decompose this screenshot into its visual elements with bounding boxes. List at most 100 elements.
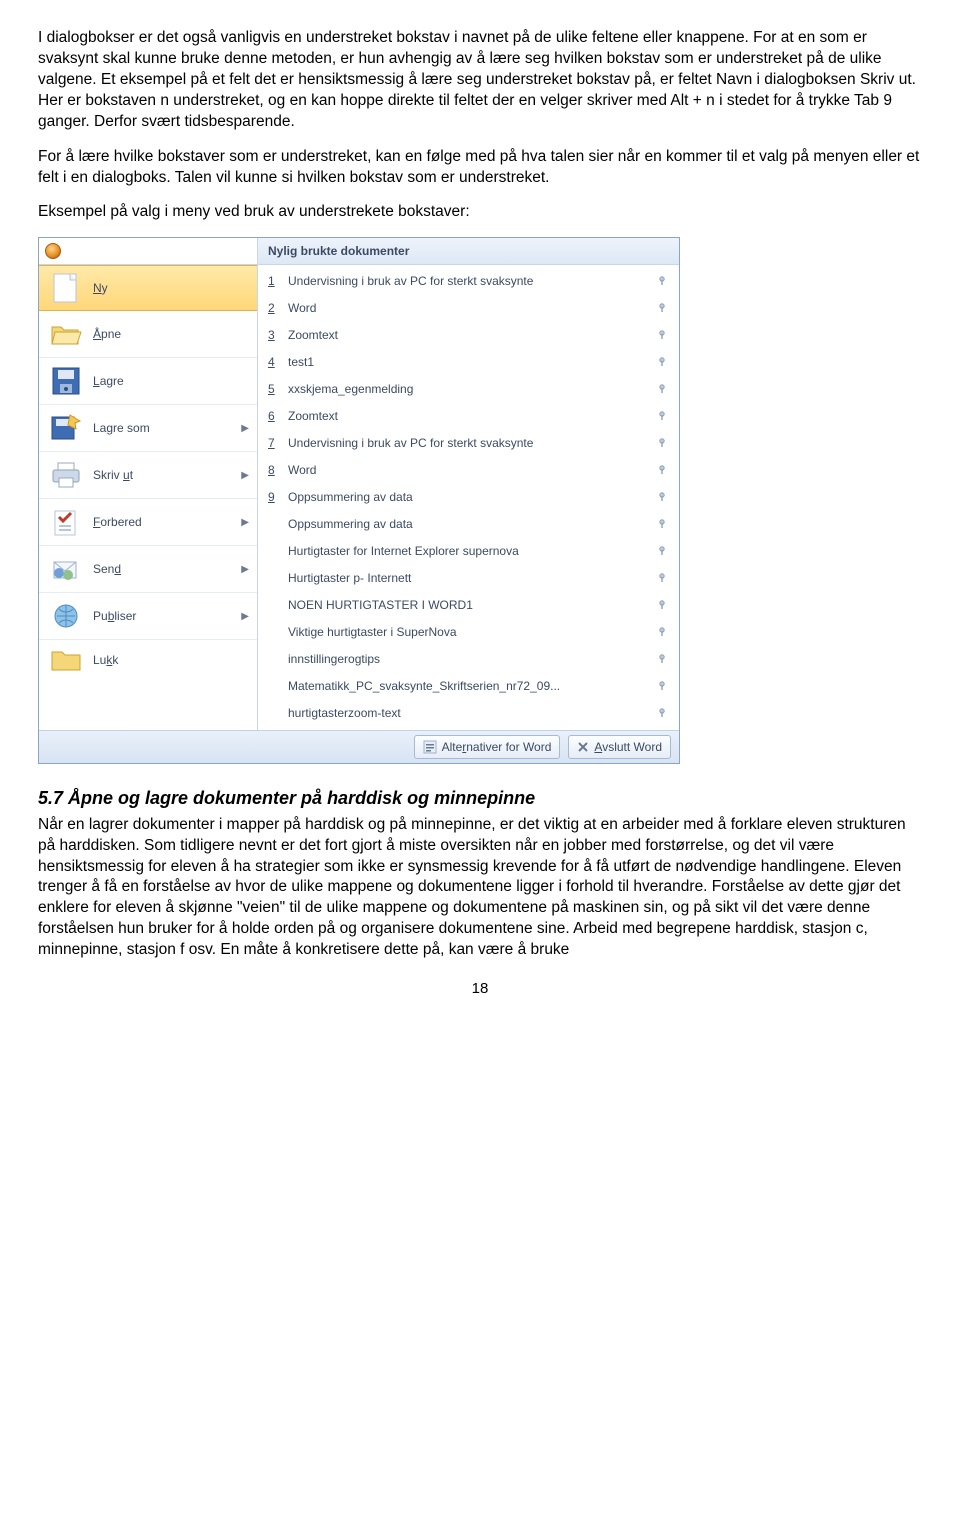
recent-doc-label: Oppsummering av data [284,489,655,505]
menu-item-label: Ny [93,280,249,296]
recent-doc-item[interactable]: innstillingerogtips [262,645,675,672]
recent-doc-item[interactable]: Oppsummering av data [262,510,675,537]
menu-item-label: Lagre [93,373,249,389]
office-menu: Ny Åpne Lagre Lagre som [38,237,680,764]
menu-item-prepare[interactable]: Forbered ▶ [39,499,257,546]
recent-doc-label: Undervisning i bruk av PC for sterkt sva… [284,435,655,451]
prepare-icon [49,505,83,539]
menu-item-label: Lagre som [93,420,241,436]
recent-doc-label: Viktige hurtigtaster i SuperNova [284,624,655,640]
close-folder-icon [49,643,83,677]
menu-item-label: Lukk [93,652,249,668]
recent-doc-label: Zoomtext [284,408,655,424]
recent-doc-item[interactable]: Viktige hurtigtaster i SuperNova [262,618,675,645]
recent-doc-label: Oppsummering av data [284,516,655,532]
recent-doc-number: 2 [268,300,284,316]
recent-doc-label: Word [284,300,655,316]
pin-icon[interactable] [655,274,669,288]
menu-item-label: Skriv ut [93,467,241,483]
menu-item-save[interactable]: Lagre [39,358,257,405]
recent-doc-item[interactable]: Hurtigtaster p- Internett [262,564,675,591]
menu-item-label: Publiser [93,608,241,624]
options-icon [423,740,437,754]
new-doc-icon [49,271,83,305]
publish-icon [49,599,83,633]
menu-item-label: Åpne [93,326,249,342]
pin-icon[interactable] [655,679,669,693]
recent-doc-item[interactable]: 9Oppsummering av data [262,483,675,510]
recent-doc-label: innstillingerogtips [284,651,655,667]
recent-docs-list: 1 Undervisning i bruk av PC for sterkt sv… [258,265,679,730]
pin-icon[interactable] [655,490,669,504]
recent-doc-label: Hurtigtaster p- Internett [284,570,655,586]
recent-doc-label: Word [284,462,655,478]
office-orb-icon[interactable] [45,243,61,259]
pin-icon[interactable] [655,625,669,639]
pin-icon[interactable] [655,571,669,585]
save-as-icon [49,411,83,445]
recent-doc-item[interactable]: Matematikk_PC_svaksynte_Skriftserien_nr7… [262,672,675,699]
recent-doc-item[interactable]: Hurtigtaster for Internet Explorer super… [262,537,675,564]
recent-doc-label: Hurtigtaster for Internet Explorer super… [284,543,655,559]
submenu-arrow-icon: ▶ [241,469,249,483]
recent-doc-item[interactable]: 7Undervisning i bruk av PC for sterkt sv… [262,429,675,456]
recent-doc-item[interactable]: 1Undervisning i bruk av PC for sterkt sv… [262,267,675,294]
recent-doc-label: test1 [284,354,655,370]
button-label: Avslutt Word [594,739,662,755]
pin-icon[interactable] [655,301,669,315]
menu-item-new[interactable]: Ny [39,265,257,311]
paragraph: Når en lagrer dokumenter i mapper på har… [38,815,922,961]
recent-doc-item[interactable]: 5xxskjema_egenmelding [262,375,675,402]
pin-icon[interactable] [655,382,669,396]
page-number: 18 [38,979,922,999]
office-menu-footer: Alternativer for Word Avslutt Word [39,730,679,763]
pin-icon[interactable] [655,328,669,342]
submenu-arrow-icon: ▶ [241,563,249,577]
recent-doc-item[interactable]: 3Zoomtext [262,321,675,348]
recent-doc-label: NOEN HURTIGTASTER I WORD1 [284,597,655,613]
menu-item-label: Forbered [93,514,241,530]
menu-item-close[interactable]: Lukk [39,640,257,680]
pin-icon[interactable] [655,436,669,450]
recent-doc-label: Matematikk_PC_svaksynte_Skriftserien_nr7… [284,678,655,694]
paragraph: For å lære hvilke bokstaver som er under… [38,147,922,189]
word-options-button[interactable]: Alternativer for Word [414,735,561,759]
menu-item-save-as[interactable]: Lagre som ▶ [39,405,257,452]
recent-doc-number: 6 [268,408,284,424]
recent-doc-item[interactable]: NOEN HURTIGTASTER I WORD1 [262,591,675,618]
pin-icon[interactable] [655,544,669,558]
recent-doc-item[interactable]: 6Zoomtext [262,402,675,429]
pin-icon[interactable] [655,598,669,612]
exit-word-button[interactable]: Avslutt Word [568,735,671,759]
recent-doc-number: 4 [268,354,284,370]
menu-item-print[interactable]: Skriv ut ▶ [39,452,257,499]
recent-doc-item[interactable]: hurtigtasterzoom-text [262,699,675,726]
recent-doc-number: 5 [268,381,284,397]
paragraph: Eksempel på valg i meny ved bruk av unde… [38,202,922,223]
recent-doc-label: hurtigtasterzoom-text [284,705,655,721]
recent-doc-label: xxskjema_egenmelding [284,381,655,397]
menu-item-open[interactable]: Åpne [39,311,257,358]
recent-doc-item[interactable]: 2Word [262,294,675,321]
menu-item-send[interactable]: Send ▶ [39,546,257,593]
recent-doc-number: 1 [268,273,284,289]
pin-icon[interactable] [655,355,669,369]
recent-doc-label: Zoomtext [284,327,655,343]
submenu-arrow-icon: ▶ [241,422,249,436]
office-orb-row [39,238,257,265]
recent-doc-item[interactable]: 8Word [262,456,675,483]
pin-icon[interactable] [655,409,669,423]
open-folder-icon [49,317,83,351]
send-icon [49,552,83,586]
pin-icon[interactable] [655,652,669,666]
button-label: Alternativer for Word [442,739,552,755]
office-menu-left-pane: Ny Åpne Lagre Lagre som [39,238,258,730]
recent-doc-number: 7 [268,435,284,451]
pin-icon[interactable] [655,517,669,531]
submenu-arrow-icon: ▶ [241,610,249,624]
pin-icon[interactable] [655,706,669,720]
pin-icon[interactable] [655,463,669,477]
recent-doc-item[interactable]: 4test1 [262,348,675,375]
menu-item-publish[interactable]: Publiser ▶ [39,593,257,640]
submenu-arrow-icon: ▶ [241,516,249,530]
